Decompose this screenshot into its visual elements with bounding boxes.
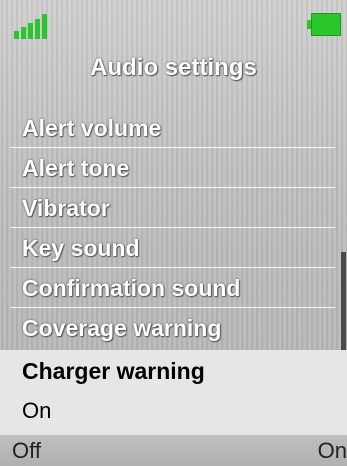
battery-icon <box>307 13 341 36</box>
menu-item-confirmation-sound[interactable]: Confirmation sound <box>10 268 335 308</box>
menu-item-vibrator[interactable]: Vibrator <box>10 188 335 228</box>
phone-screen: Audio settings Alert volume Alert tone V… <box>0 0 347 466</box>
menu-item-charger-warning-selected[interactable]: Charger warning On <box>0 350 347 435</box>
softkey-bar: Off On <box>0 435 347 466</box>
menu-item-key-sound[interactable]: Key sound <box>10 228 335 268</box>
menu-item-alert-volume[interactable]: Alert volume <box>10 108 335 148</box>
scrollbar[interactable] <box>341 252 346 350</box>
menu-item-coverage-warning[interactable]: Coverage warning <box>10 308 335 348</box>
softkey-left-off[interactable]: Off <box>12 438 41 464</box>
settings-menu: Alert volume Alert tone Vibrator Key sou… <box>10 108 335 348</box>
menu-item-alert-tone[interactable]: Alert tone <box>10 148 335 188</box>
selected-item-value: On <box>22 398 52 423</box>
signal-bars-icon <box>14 13 54 39</box>
page-title: Audio settings <box>90 54 257 81</box>
softkey-right-on[interactable]: On <box>318 438 347 464</box>
selected-item-label: Charger warning <box>22 358 205 384</box>
